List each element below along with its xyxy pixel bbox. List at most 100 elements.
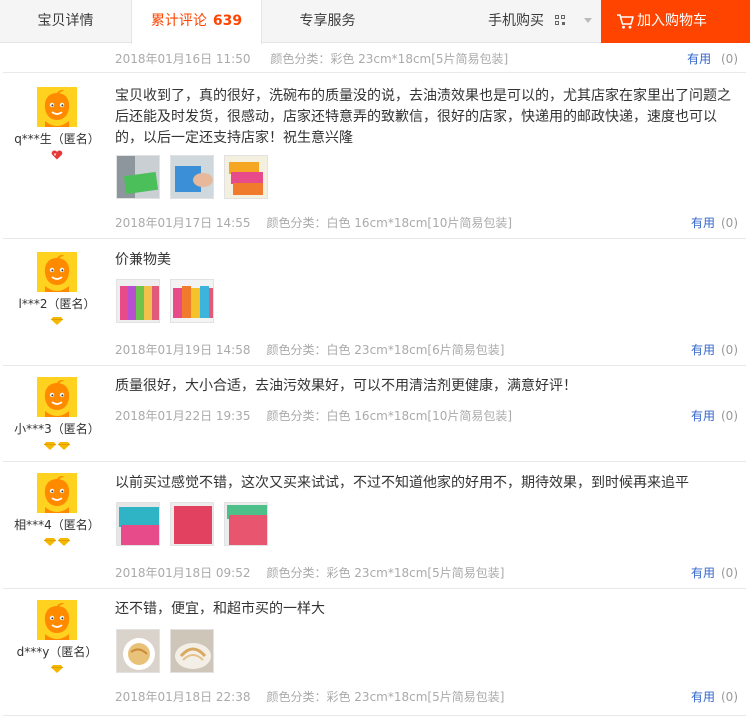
mascot-avatar-icon (37, 87, 77, 127)
review-date: 2018年01月18日 09:52 (115, 566, 251, 580)
review-content: 宝贝收到了，真的很好，洗碗布的质量没的说，去油渍效果也是可以的，尤其店家在家里出… (115, 88, 731, 146)
shopping-cart-icon (617, 14, 634, 29)
mobile-buy-link[interactable]: 手机购买 (480, 0, 600, 43)
diamond-icon (51, 314, 63, 329)
useful-count: (0) (721, 566, 738, 580)
useful-count: (0) (721, 216, 738, 230)
review-meta: 2018年01月18日 09:52 颜色分类：彩色 23cm*18cm[5片简易包… (115, 564, 504, 581)
review-date: 2018年01月16日 11:50 (115, 52, 251, 66)
useful-label: 有用 (690, 343, 715, 357)
avatar (37, 252, 77, 292)
avatar (37, 473, 77, 513)
reviewer-info: 相***4（匿名） (3, 473, 111, 546)
tab-reviews[interactable]: 累计评论 639 (131, 0, 262, 44)
diamond-icon (51, 662, 63, 677)
useful-count: (0) (721, 343, 738, 357)
reviewer-rank (3, 314, 111, 325)
food-bowl-photo[interactable] (170, 629, 215, 673)
reviewer-rank (3, 535, 111, 546)
avatar (37, 87, 77, 127)
review-meta: 2018年01月16日 11:50 颜色分类：彩色 23cm*18cm[5片简易… (115, 50, 508, 67)
chevron-down-icon (583, 18, 592, 23)
avatar (37, 377, 77, 417)
diamond-icon (58, 439, 70, 454)
diamond-icon (44, 535, 56, 550)
reviewer-nick: l***2（匿名） (18, 297, 96, 311)
review-content: 质量很好，大小合适，去油污效果好，可以不用清洁剂更健康，满意好评！ (115, 378, 577, 394)
review-content: 还不错，便宜，和超市买的一样大 (115, 601, 325, 617)
useful-count: (0) (721, 409, 738, 423)
mobile-buy-label: 手机购买 (488, 13, 545, 29)
pink-green-cloth-photo[interactable] (224, 502, 269, 546)
reviewer-nick: q***生（匿名） (14, 132, 100, 146)
multicolor-cloths-photo[interactable] (170, 279, 215, 323)
useful-label: 有用 (687, 52, 712, 66)
useful-button[interactable]: 有用 (0) (691, 407, 738, 424)
review-count: 639 (212, 13, 243, 29)
review-sku: 颜色分类：彩色 23cm*18cm[5片简易包装] (270, 52, 509, 66)
review-sku: 颜色分类：彩色 23cm*18cm[5片简易包装] (266, 566, 505, 580)
useful-button[interactable]: 有用 (0) (691, 564, 738, 581)
review-meta: 2018年01月22日 19:35 颜色分类：白色 16cm*18cm[10片简易… (115, 407, 512, 424)
review-sku: 颜色分类：彩色 23cm*18cm[5片简易包装] (266, 690, 505, 704)
review-content: 以前买过感觉不错，这次又买来试试，不过不知道他家的好用不，期待效果，到时候再来追… (115, 475, 689, 491)
diamond-icon (44, 439, 56, 454)
useful-label: 有用 (690, 216, 715, 230)
reviewer-rank (3, 439, 111, 450)
pink-cloth-photo[interactable] (224, 155, 269, 199)
mascot-avatar-icon (37, 600, 77, 640)
heart-icon (51, 149, 63, 164)
food-plate-photo[interactable] (116, 629, 160, 673)
tab-label: 宝贝详情 (37, 13, 94, 29)
green-cloth-photo[interactable] (116, 155, 160, 199)
blue-cloth-photo[interactable] (170, 155, 215, 199)
reviewer-info: l***2（匿名） (3, 252, 111, 325)
review-content: 价兼物美 (115, 252, 171, 268)
mascot-avatar-icon (37, 252, 77, 292)
detail-tab-bar: 宝贝详情 累计评论 639 专享服务 手机购买 加入购物车 (0, 0, 750, 44)
mascot-avatar-icon (37, 473, 77, 513)
useful-label: 有用 (690, 690, 715, 704)
add-to-cart-label: 加入购物车 (637, 13, 707, 29)
rolled-cloths-photo[interactable] (116, 279, 160, 323)
review-sku: 颜色分类：白色 16cm*18cm[10片简易包装] (266, 409, 513, 423)
review-date: 2018年01月19日 14:58 (115, 343, 251, 357)
useful-label: 有用 (690, 409, 715, 423)
reviewer-rank (3, 149, 111, 160)
reviewer-info: d***y（匿名） (3, 600, 111, 673)
useful-button[interactable]: 有用 (0) (691, 214, 738, 231)
reviewer-nick: 小***3（匿名） (14, 422, 100, 436)
review-item: q***生（匿名） 宝贝收到了，真的很好，洗碗布的质量没的说，去油渍效果也是可以… (3, 73, 746, 239)
review-sku: 颜色分类：白色 23cm*18cm[6片简易包装] (266, 343, 505, 357)
useful-button[interactable]: 有用 (0) (691, 688, 738, 705)
useful-label: 有用 (690, 566, 715, 580)
teal-pink-cloth-photo[interactable] (116, 502, 160, 546)
review-photos (116, 502, 274, 550)
tab-label: 累计评论 (150, 13, 207, 29)
useful-count: (0) (721, 690, 738, 704)
review-date: 2018年01月18日 22:38 (115, 690, 251, 704)
tab-service[interactable]: 专享服务 (262, 0, 393, 43)
review-meta: 2018年01月18日 22:38 颜色分类：彩色 23cm*18cm[5片简易包… (115, 688, 504, 705)
reviewer-nick: d***y（匿名） (16, 645, 98, 659)
add-to-cart-button[interactable]: 加入购物车 (601, 0, 750, 43)
useful-button[interactable]: 有用 (0) (687, 50, 738, 67)
review-item: 小***3（匿名） 质量很好，大小合适，去油污效果好，可以不用清洁剂更健康，满意… (3, 367, 746, 462)
review-photos (116, 279, 220, 327)
review-date: 2018年01月17日 14:55 (115, 216, 251, 230)
review-photos (116, 629, 220, 677)
review-item: l***2（匿名） 价兼物美 2018年01月19日 14:58 颜色分类：白色 … (3, 240, 746, 366)
tab-label: 专享服务 (299, 13, 356, 29)
reviewer-info: 小***3（匿名） (3, 377, 111, 450)
review-item: 相***4（匿名） 以前买过感觉不错，这次又买来试试，不过不知道他家的好用不，期… (3, 463, 746, 589)
review-meta: 2018年01月17日 14:55 颜色分类：白色 16cm*18cm[10片简易… (115, 214, 512, 231)
useful-button[interactable]: 有用 (0) (691, 341, 738, 358)
mascot-avatar-icon (37, 377, 77, 417)
review-item: d***y（匿名） 还不错，便宜，和超市买的一样大 2018年01月18日 22… (3, 590, 746, 716)
red-cloth-photo[interactable] (170, 502, 215, 546)
useful-count: (0) (721, 52, 738, 66)
tab-item-detail[interactable]: 宝贝详情 (0, 0, 131, 43)
reviewer-nick: 相***4（匿名） (14, 518, 100, 532)
review-date: 2018年01月22日 19:35 (115, 409, 251, 423)
diamond-icon (58, 535, 70, 550)
